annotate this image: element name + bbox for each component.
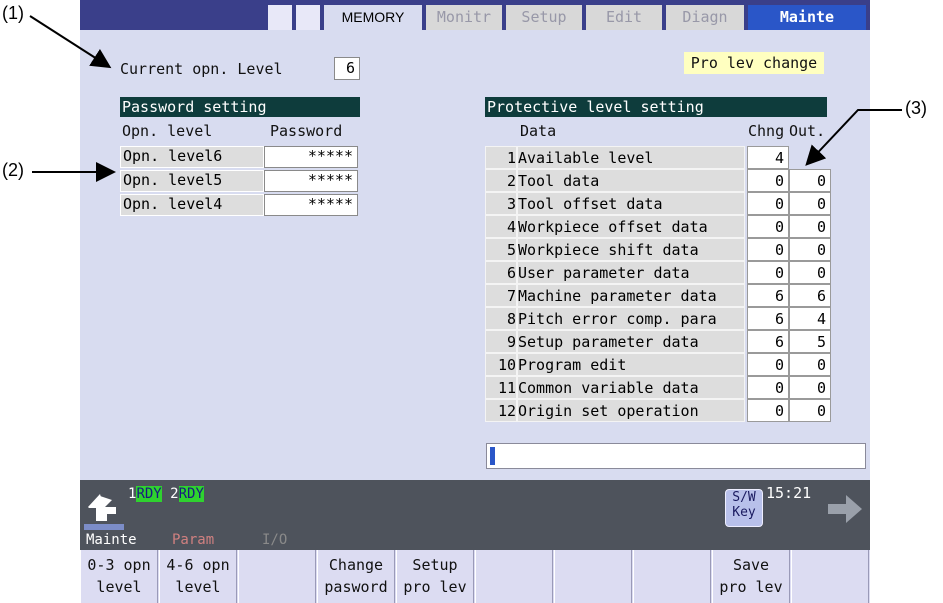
callout-1-arrow: [29, 15, 112, 69]
callout-3-arrow: [805, 109, 902, 166]
callout-arrows: [29, 15, 902, 182]
